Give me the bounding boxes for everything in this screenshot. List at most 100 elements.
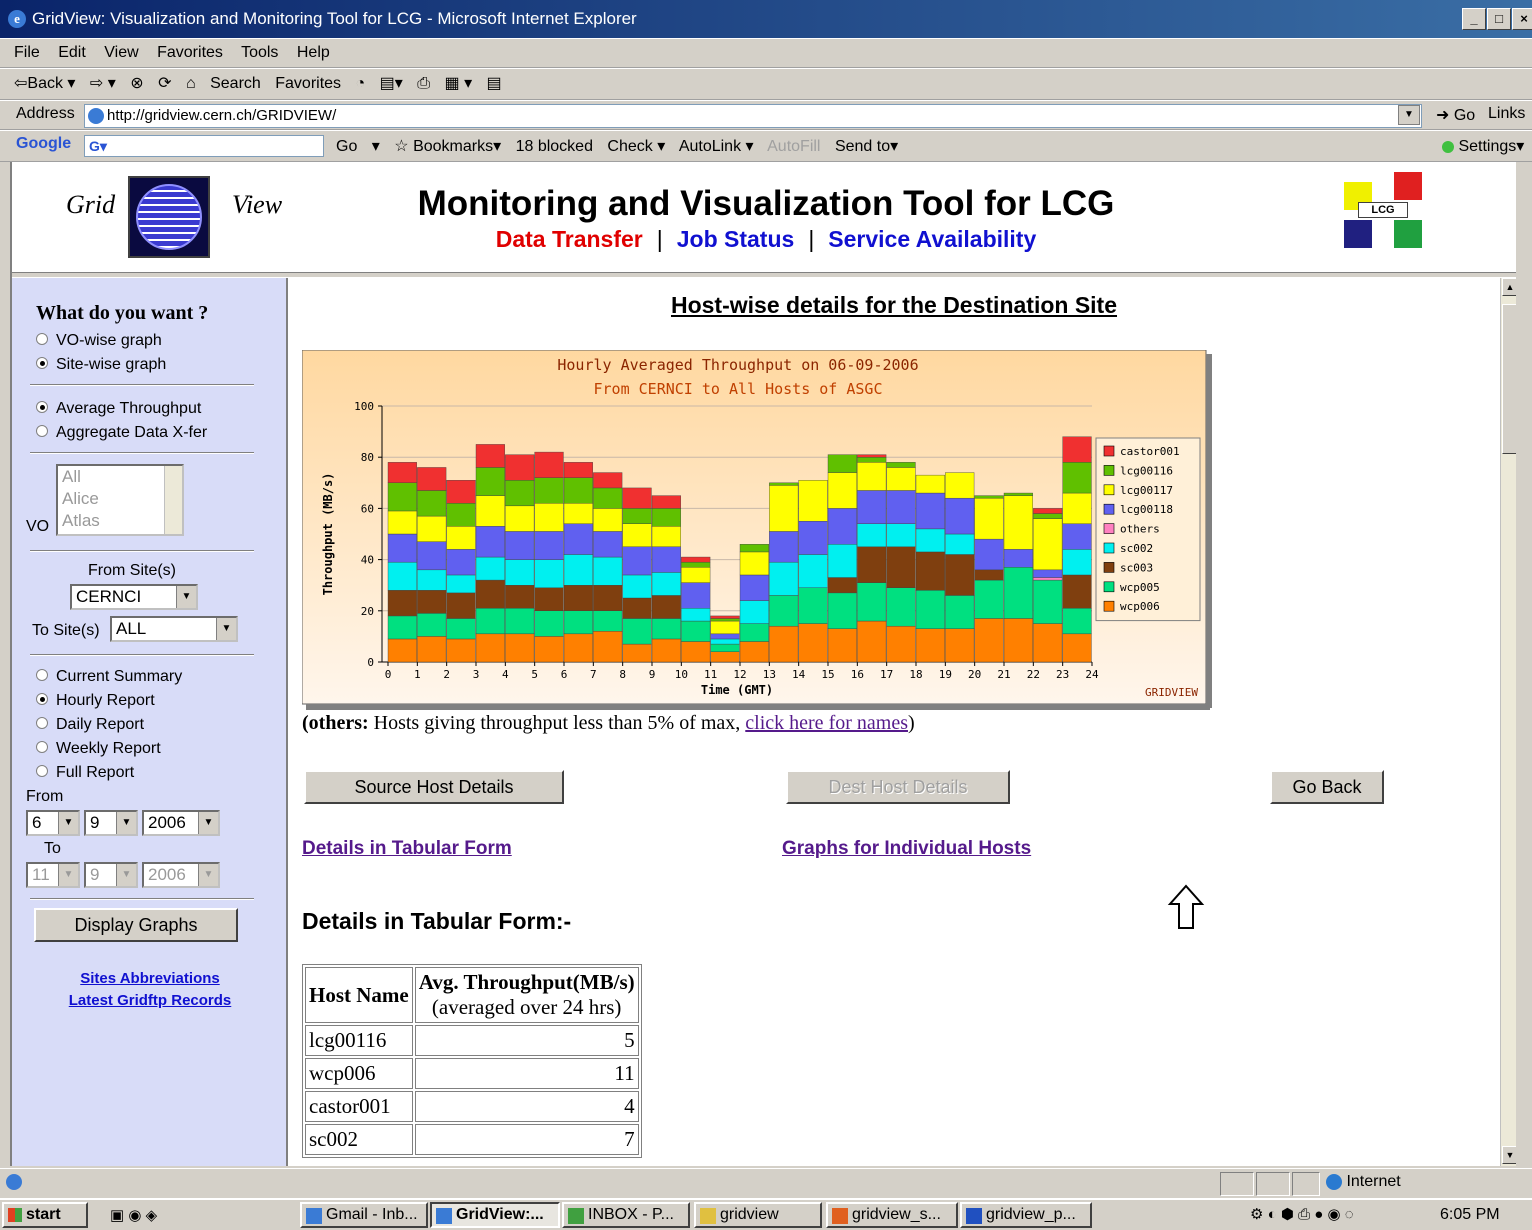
media-icon[interactable]: ◔ [356, 75, 366, 92]
radio-icon[interactable] [36, 740, 48, 753]
radio-full-report[interactable]: Full Report [36, 764, 134, 782]
radio-average-throughput[interactable]: Average Throughput [36, 400, 201, 418]
task-gmail[interactable]: Gmail - Inb... [300, 1202, 428, 1228]
menu-help[interactable]: Help [297, 44, 330, 61]
close-button[interactable]: × [1512, 8, 1532, 30]
google-options-button[interactable]: ▾ [372, 138, 380, 155]
radio-icon[interactable] [36, 332, 48, 345]
back-button[interactable]: ⇦Back ▾ [14, 75, 75, 92]
scroll-up-icon[interactable]: ▲ [1502, 278, 1516, 296]
chevron-down-icon[interactable]: ▼ [176, 586, 196, 608]
from-year-select[interactable]: 2006 ▼ [142, 810, 220, 836]
nav-service-availability[interactable]: Service Availability [828, 226, 1036, 252]
menu-view[interactable]: View [104, 44, 138, 61]
spell-check-button[interactable]: Check ▾ [607, 138, 665, 155]
print-icon[interactable]: ⎙ [417, 75, 430, 92]
radio-icon[interactable] [36, 716, 48, 729]
minimize-button[interactable]: _ [1462, 8, 1486, 30]
to-day-select[interactable]: 11 ▼ [26, 862, 80, 888]
task-gridview-p[interactable]: gridview_p... [960, 1202, 1092, 1228]
from-site-select[interactable]: CERNCI ▼ [70, 584, 198, 610]
forward-button[interactable]: ⇨ ▾ [90, 75, 116, 92]
chevron-down-icon[interactable]: ▼ [116, 812, 136, 834]
radio-vo-wise[interactable]: VO-wise graph [36, 332, 162, 350]
autofill-button[interactable]: AutoFill [767, 138, 820, 155]
mail-icon[interactable]: ▤▾ [380, 75, 403, 92]
scroll-down-icon[interactable]: ▼ [1502, 1146, 1516, 1164]
radio-selected-icon[interactable] [36, 692, 48, 705]
radio-selected-icon[interactable] [36, 400, 48, 413]
vo-listbox[interactable]: All Alice Atlas [56, 464, 184, 536]
go-back-button[interactable]: Go Back [1270, 770, 1384, 804]
vertical-scrollbar[interactable]: ▲ ▼ [1500, 278, 1516, 1166]
bar-segment [974, 538, 1004, 571]
system-tray-icons[interactable]: ⚙ ◐ ⬢ ⎙ ● ◉ ◌ [1250, 1205, 1354, 1223]
listbox-scrollbar[interactable] [164, 466, 182, 534]
radio-hourly-report[interactable]: Hourly Report [36, 692, 155, 710]
google-logo[interactable]: Google [16, 135, 71, 153]
display-graphs-button[interactable]: Display Graphs [34, 908, 238, 942]
task-gridview-folder[interactable]: gridview [694, 1202, 822, 1228]
chevron-down-icon[interactable]: ▼ [198, 864, 218, 886]
menu-file[interactable]: File [14, 44, 40, 61]
send-to-button[interactable]: Send to▾ [835, 138, 898, 155]
autolink-button[interactable]: AutoLink ▾ [679, 138, 754, 155]
chevron-down-icon[interactable]: ▼ [216, 618, 236, 640]
chevron-down-icon[interactable]: ▼ [58, 864, 78, 886]
source-host-details-button[interactable]: Source Host Details [304, 770, 564, 804]
menu-edit[interactable]: Edit [58, 44, 86, 61]
tabular-form-link[interactable]: Details in Tabular Form [302, 838, 512, 860]
to-year-select[interactable]: 2006 ▼ [142, 862, 220, 888]
home-icon[interactable]: ⌂ [186, 75, 196, 92]
individual-hosts-link[interactable]: Graphs for Individual Hosts [782, 838, 1031, 860]
chevron-down-icon[interactable]: ▼ [198, 812, 218, 834]
edit-icon[interactable]: ▦ ▾ [445, 75, 473, 92]
dest-host-details-button[interactable]: Dest Host Details [786, 770, 1010, 804]
search-button[interactable]: Search [210, 75, 261, 92]
address-input[interactable]: http://gridview.cern.ch/GRIDVIEW/ [84, 104, 1422, 128]
task-inbox[interactable]: INBOX - P... [562, 1202, 690, 1228]
others-names-link[interactable]: click here for names [745, 712, 908, 734]
sites-abbreviations-link[interactable]: Sites Abbreviations [32, 970, 268, 987]
radio-icon[interactable] [36, 764, 48, 777]
links-button[interactable]: Links [1488, 105, 1525, 123]
menu-tools[interactable]: Tools [241, 44, 278, 61]
task-gridview-s[interactable]: gridview_s... [826, 1202, 958, 1228]
nav-job-status[interactable]: Job Status [677, 226, 795, 252]
radio-current-summary[interactable]: Current Summary [36, 668, 182, 686]
favorites-button[interactable]: Favorites [275, 75, 341, 92]
menu-favorites[interactable]: Favorites [157, 44, 223, 61]
to-date-label: To [44, 840, 61, 857]
google-search-input[interactable]: G▾ [84, 135, 324, 157]
task-gridview[interactable]: GridView:... [430, 1202, 560, 1228]
google-go-button[interactable]: Go [336, 138, 357, 155]
radio-aggregate-data[interactable]: Aggregate Data X-fer [36, 424, 207, 442]
scroll-thumb[interactable] [1502, 304, 1516, 454]
chevron-down-icon[interactable]: ▼ [58, 812, 78, 834]
radio-icon[interactable] [36, 668, 48, 681]
chevron-down-icon[interactable]: ▼ [116, 864, 136, 886]
radio-selected-icon[interactable] [36, 356, 48, 369]
discuss-icon[interactable]: ▤ [487, 75, 502, 92]
go-button[interactable]: ➜ Go [1436, 105, 1475, 125]
stop-icon[interactable]: ⊗ [130, 75, 143, 92]
restore-button[interactable]: □ [1487, 8, 1511, 30]
gridftp-records-link[interactable]: Latest Gridftp Records [32, 992, 268, 1009]
nav-data-transfer[interactable]: Data Transfer [496, 226, 643, 252]
radio-weekly-report[interactable]: Weekly Report [36, 740, 161, 758]
window-title-bar[interactable]: e GridView: Visualization and Monitoring… [0, 0, 1532, 38]
radio-site-wise[interactable]: Site-wise graph [36, 356, 166, 374]
address-dropdown[interactable]: ▼ [1398, 105, 1420, 125]
quick-launch-icons[interactable]: ▣ ◉ ◈ [110, 1206, 157, 1224]
from-month-select[interactable]: 9 ▼ [84, 810, 138, 836]
to-site-select[interactable]: ALL ▼ [110, 616, 238, 642]
bookmarks-button[interactable]: ☆ Bookmarks▾ [394, 138, 501, 155]
refresh-icon[interactable]: ⟳ [158, 75, 171, 92]
from-day-select[interactable]: 6 ▼ [26, 810, 80, 836]
settings-button[interactable]: Settings▾ [1442, 136, 1524, 156]
radio-icon[interactable] [36, 424, 48, 437]
popup-blocked-button[interactable]: 18 blocked [516, 138, 593, 155]
radio-daily-report[interactable]: Daily Report [36, 716, 144, 734]
start-button[interactable]: start [2, 1202, 88, 1228]
to-month-select[interactable]: 9 ▼ [84, 862, 138, 888]
